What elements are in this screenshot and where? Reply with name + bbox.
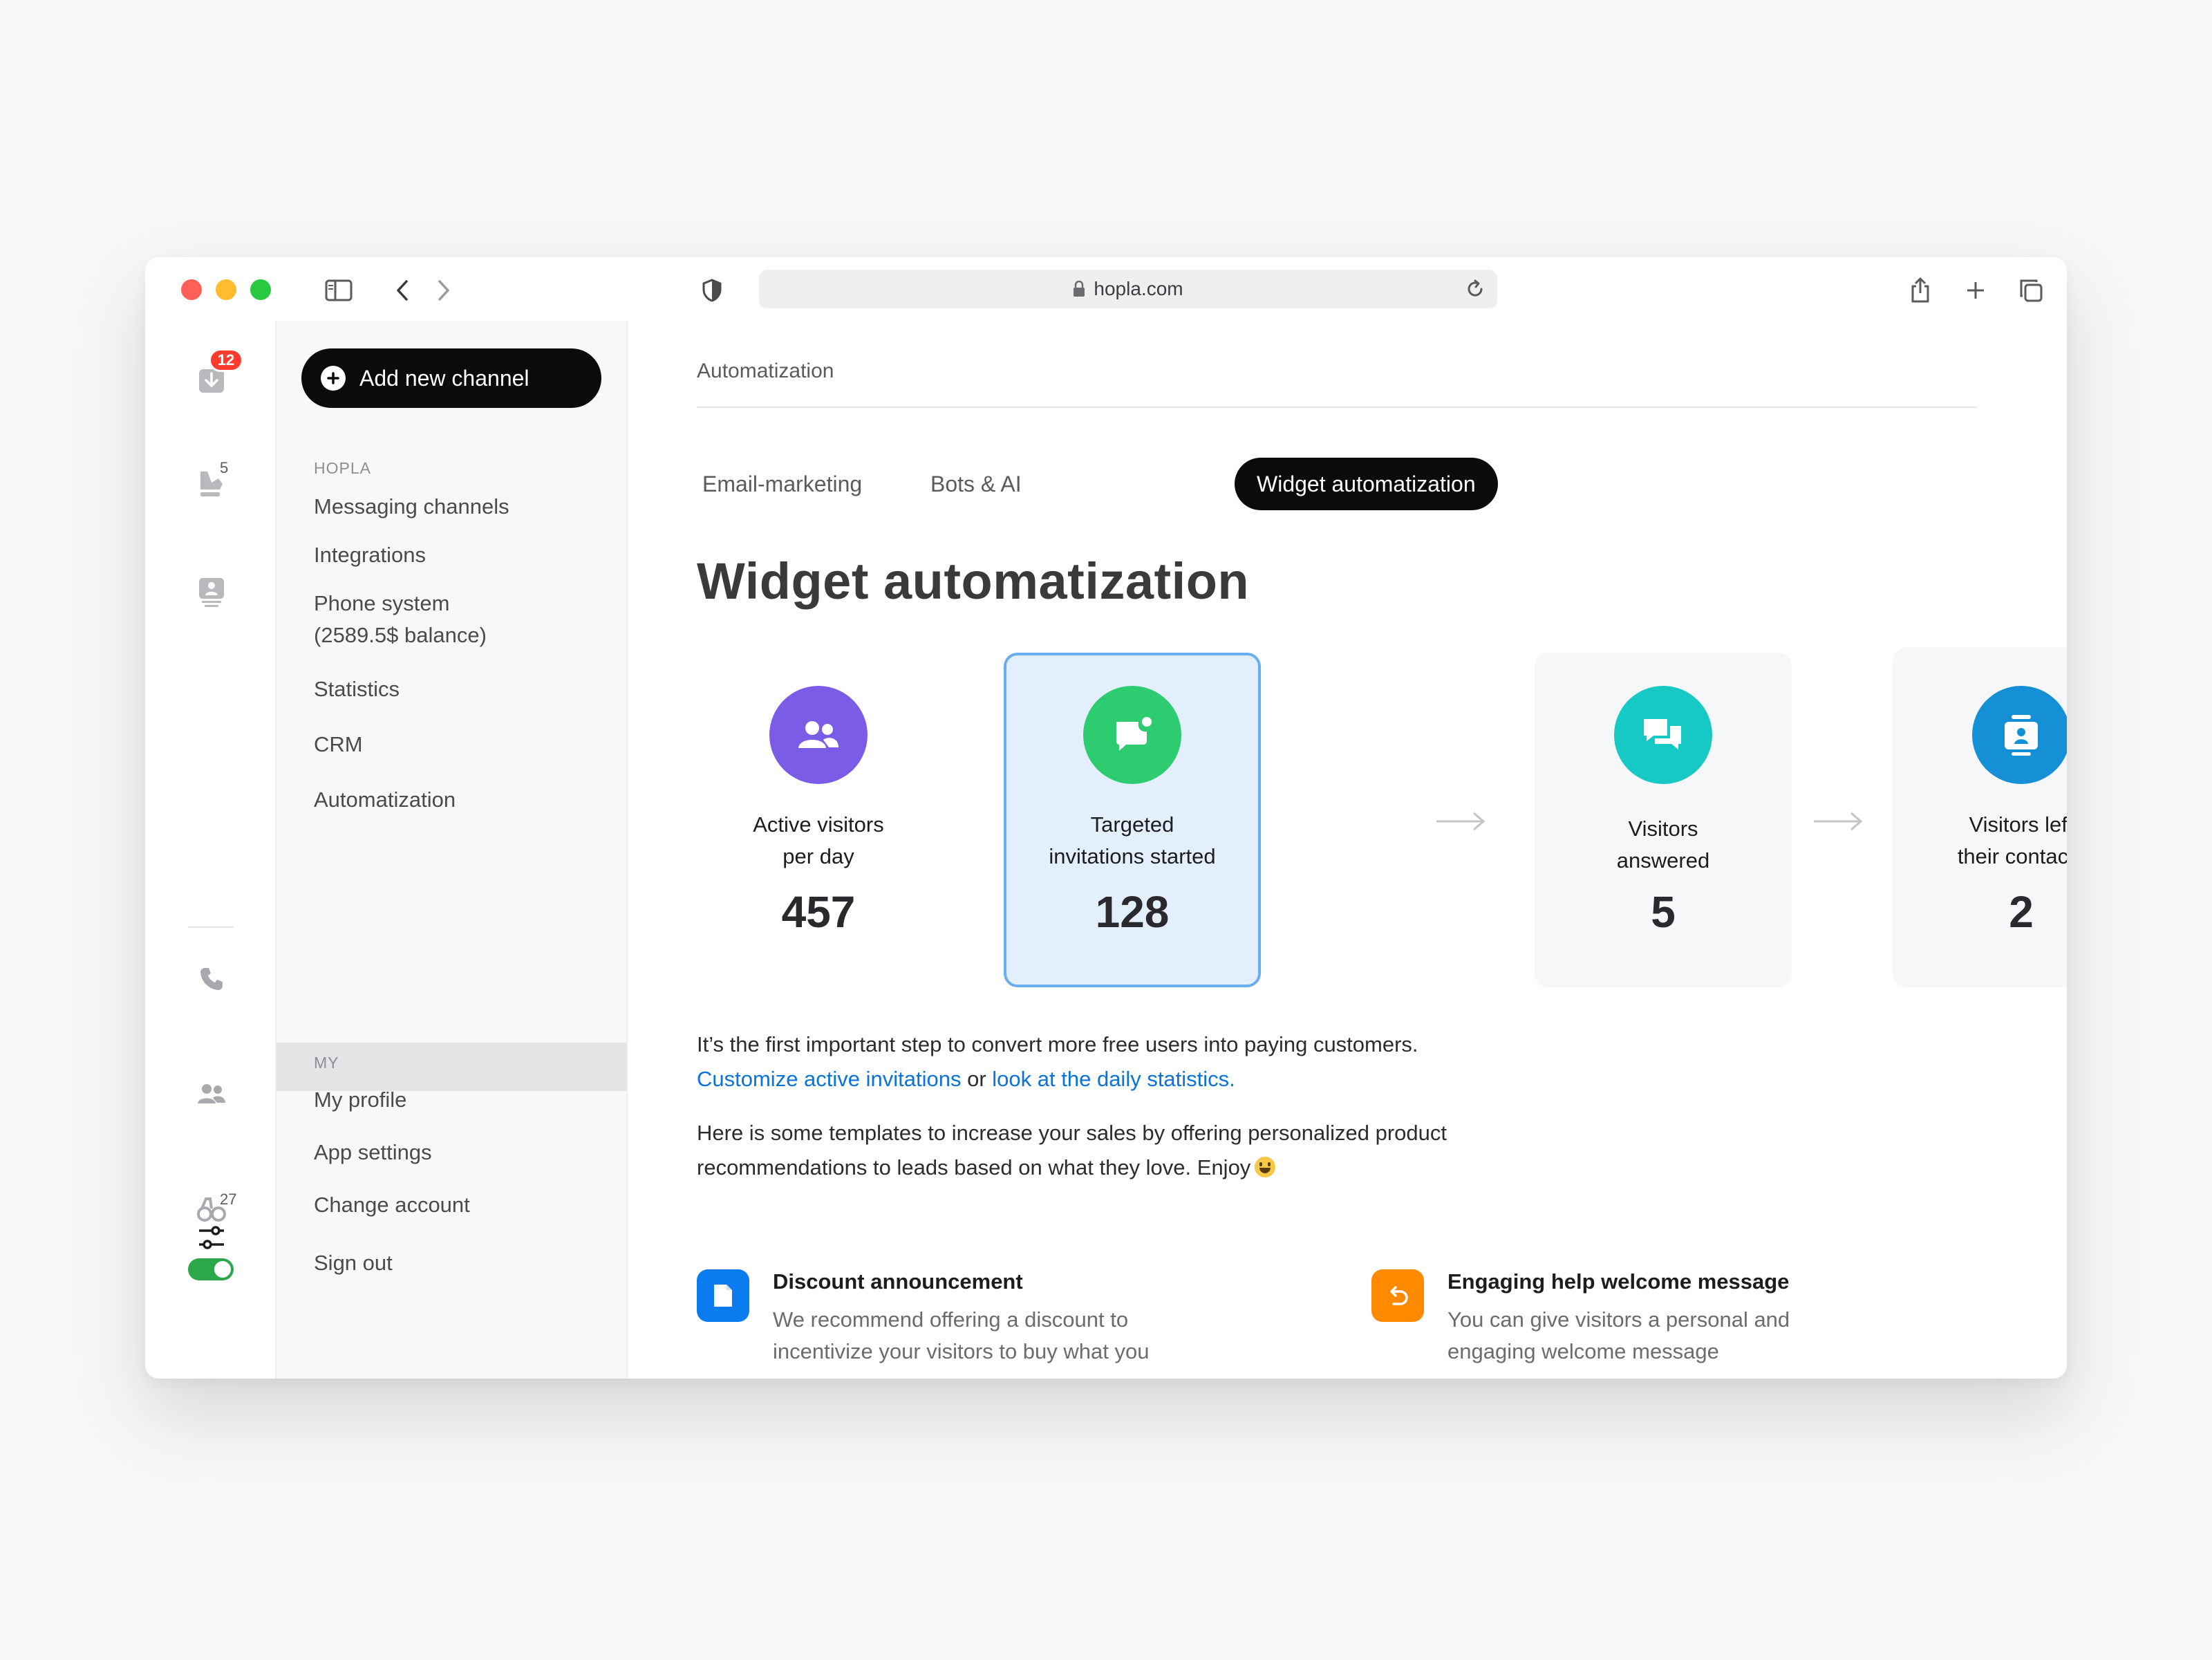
stat-label: Targeted invitations started [1049, 812, 1216, 868]
nav-item-statistics[interactable]: Statistics [314, 673, 400, 705]
main-content: Automatization Email-marketing Bots & AI… [628, 321, 2067, 1379]
intro-text: It’s the first important step to convert… [697, 1032, 1418, 1056]
add-new-channel-label: Add new channel [359, 365, 529, 391]
new-tab-icon[interactable] [1960, 275, 1991, 306]
nav-sidebar: Add new channel HOPLA Messaging channels… [276, 321, 628, 1379]
flow-arrow-icon [1436, 812, 1485, 831]
breadcrumb-divider [697, 407, 1977, 408]
inbox-badge: 12 [209, 348, 243, 372]
customize-invitations-link[interactable]: Customize active invitations [697, 1067, 962, 1091]
privacy-shield-icon[interactable] [697, 275, 727, 306]
close-window-button[interactable] [181, 279, 202, 300]
undo-arrow-icon [1371, 1269, 1424, 1322]
stat-value: 5 [1651, 887, 1676, 937]
nav-item-phone-system[interactable]: Phone system (2589.5$ balance) [314, 588, 487, 651]
reload-icon[interactable] [1463, 277, 1488, 301]
phone-icon[interactable] [194, 961, 229, 997]
stat-value: 128 [1095, 887, 1170, 937]
address-bar[interactable]: hopla.com [759, 270, 1497, 308]
users-icon [769, 686, 868, 784]
stat-value: 2 [2009, 887, 2034, 937]
nav-item-sign-out[interactable]: Sign out [314, 1247, 393, 1279]
stat-card-visitors-contacts[interactable]: Visitors left their contacts 2 [1893, 647, 2067, 987]
rail-divider [188, 926, 234, 928]
share-icon[interactable] [1905, 275, 1936, 306]
template-title: Engaging help welcome message [1447, 1269, 1790, 1294]
document-icon [697, 1269, 749, 1322]
chat-notification-icon [1083, 686, 1181, 784]
forward-arrow-icon[interactable] [429, 275, 459, 306]
grinning-emoji-icon [1255, 1157, 1276, 1177]
nav-item-messaging-channels[interactable]: Messaging channels [314, 491, 509, 523]
stat-card-targeted-invitations[interactable]: Targeted invitations started 128 [1004, 653, 1261, 987]
flow-arrow-icon [1814, 812, 1863, 831]
plus-icon [321, 366, 346, 391]
stat-value: 457 [781, 887, 856, 937]
visitors-count: 27 [220, 1191, 237, 1208]
stat-card-active-visitors[interactable]: Active visitors per day 457 [690, 653, 947, 987]
stat-card-visitors-answered[interactable]: Visitors answered 5 [1535, 653, 1792, 987]
intro-paragraph: It’s the first important step to convert… [697, 1027, 1418, 1097]
tab-bots-ai[interactable]: Bots & AI [930, 458, 1022, 510]
broadcast-count: 5 [220, 459, 229, 476]
minimize-window-button[interactable] [216, 279, 236, 300]
sidebar-toggle-icon[interactable] [324, 275, 354, 306]
online-status-toggle[interactable] [188, 1258, 234, 1280]
templates-text: Here is some templates to increase your … [697, 1121, 1447, 1179]
template-description: You can give visitors a personal and eng… [1447, 1307, 1790, 1363]
nav-item-change-account[interactable]: Change account [314, 1189, 470, 1221]
daily-statistics-link[interactable]: look at the daily statistics. [992, 1067, 1235, 1091]
nav-item-integrations[interactable]: Integrations [314, 539, 426, 571]
back-arrow-icon[interactable] [387, 275, 418, 306]
stat-label: Active visitors per day [753, 812, 884, 868]
tab-widget-automatization[interactable]: Widget automatization [1235, 458, 1498, 510]
add-new-channel-button[interactable]: Add new channel [301, 348, 601, 408]
conversation-icon [1614, 686, 1712, 784]
contact-card-icon [1972, 686, 2067, 784]
link-separator: or [961, 1067, 993, 1091]
template-title: Discount announcement [773, 1269, 1023, 1294]
nav-item-crm[interactable]: CRM [314, 729, 363, 761]
nav-item-my-profile[interactable]: My profile [314, 1084, 406, 1116]
settings-sliders-icon[interactable] [194, 1220, 229, 1256]
browser-window: hopla.com 12 5 27 Add new channel HOPLA … [145, 257, 2067, 1379]
breadcrumb: Automatization [697, 360, 834, 382]
url-text: hopla.com [1094, 278, 1183, 299]
template-description: We recommend offering a discount to ince… [773, 1307, 1150, 1363]
tab-email-marketing[interactable]: Email-marketing [702, 458, 862, 510]
browser-toolbar: hopla.com [145, 257, 2067, 321]
team-icon[interactable] [194, 1076, 229, 1112]
section-label-my: MY [314, 1054, 339, 1072]
contacts-board-icon[interactable] [194, 574, 229, 610]
templates-paragraph: Here is some templates to increase your … [697, 1116, 1582, 1185]
nav-item-app-settings[interactable]: App settings [314, 1137, 432, 1168]
lock-icon [1073, 281, 1085, 297]
maximize-window-button[interactable] [250, 279, 271, 300]
page-title: Widget automatization [697, 552, 1250, 610]
nav-item-automatization[interactable]: Automatization [314, 784, 456, 816]
section-label-hopla: HOPLA [314, 459, 371, 477]
stat-label: Visitors left their contacts [1957, 812, 2067, 868]
stat-label: Visitors answered [1616, 817, 1710, 873]
tab-overview-icon[interactable] [2016, 275, 2046, 306]
